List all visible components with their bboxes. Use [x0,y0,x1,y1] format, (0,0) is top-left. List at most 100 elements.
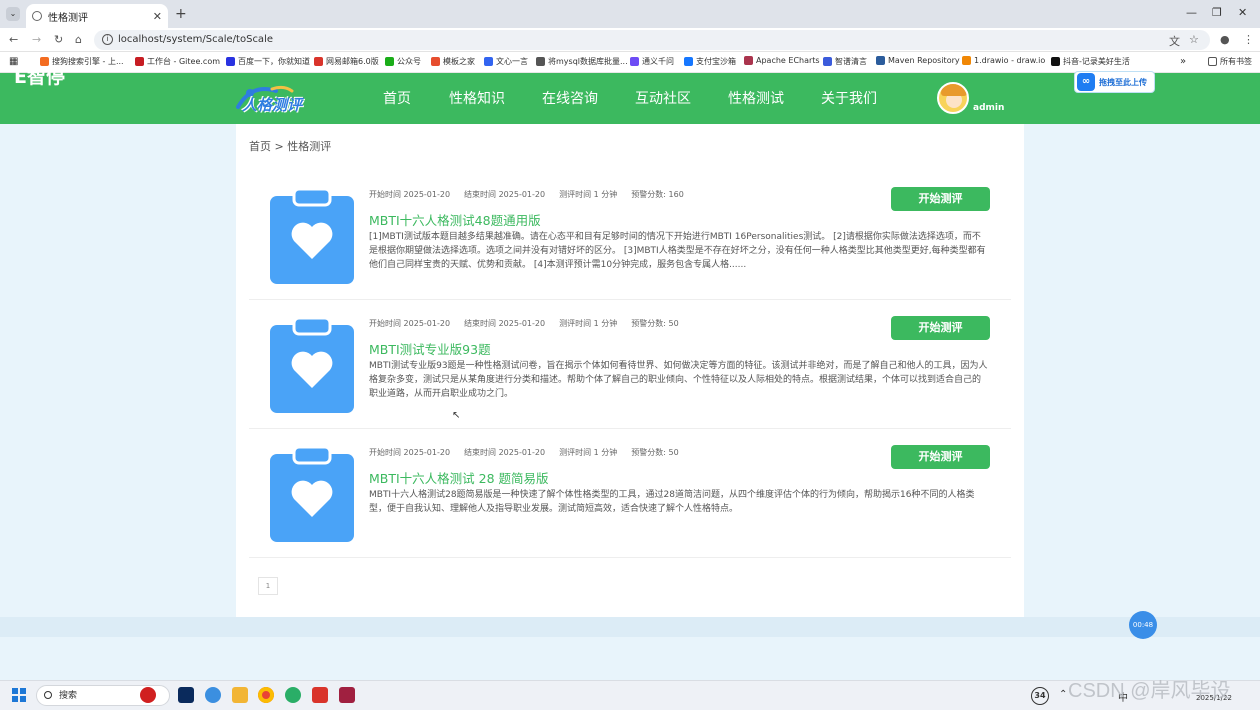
start-time-value: 2025-01-20 [403,190,451,199]
url-text: localhost/system/Scale/toScale [118,34,273,45]
test-title[interactable]: MBTI十六人格测试 28 题简易版 [369,468,549,487]
bookmark-label: 公众号 [397,57,421,66]
start-test-button[interactable]: 开始测评 [891,316,990,340]
bookmark-favicon-icon [431,57,440,66]
test-title[interactable]: MBTI十六人格测试48题通用版 [369,210,541,229]
nav-item[interactable]: 性格知识 [449,88,505,108]
bookmark-star-icon[interactable]: ☆ [1189,33,1199,46]
apps-grid-icon[interactable]: ▦ [9,56,18,67]
bookmark-label: 智谱清言 [835,57,867,66]
translate-icon[interactable]: 文 [1169,33,1180,49]
bookmark-favicon-icon [684,57,693,66]
bookmark-item[interactable]: Maven Repository [876,56,960,65]
windows-start-icon[interactable] [12,688,26,702]
nav-item[interactable]: 首页 [383,88,411,108]
bookmark-label: 文心一言 [496,57,528,66]
nav-item[interactable]: 关于我们 [821,88,877,108]
bookmark-item[interactable]: 公众号 [385,56,421,67]
duration: 测评时间 1 分钟 [559,448,617,457]
warning-score-label: 预警分数: [631,190,666,199]
file-explorer-icon[interactable] [232,687,248,703]
username[interactable]: admin [973,103,1004,113]
drag-upload-widget[interactable]: ∞ 拖拽至此上传 [1074,71,1155,93]
breadcrumb-separator: > [274,140,284,153]
cloud-upload-icon: ∞ [1077,73,1095,91]
nav-item[interactable]: 性格测试 [728,88,784,108]
recording-timer[interactable]: 00:48 [1129,611,1157,639]
end-time: 结束时间 2025-01-20 [464,319,545,328]
duration-label: 测评时间 [559,190,592,199]
dragon-widget-icon[interactable] [140,687,156,703]
tab-search-icon[interactable]: ⌄ [6,7,20,21]
main-content: 首页 > 性格测评 开始时间 2025-01-20 结束时间 2025-01-20… [236,124,1024,617]
restore-icon[interactable]: ❐ [1212,6,1222,19]
profile-icon[interactable]: ● [1220,33,1230,46]
user-avatar[interactable] [937,82,969,114]
end-time-value: 2025-01-20 [498,319,546,328]
test-title[interactable]: MBTI测试专业版93题 [369,339,491,358]
bookmark-favicon-icon [40,57,49,66]
nav-item[interactable]: 互动社区 [635,88,691,108]
minimize-icon[interactable]: — [1186,6,1197,19]
bookmark-item[interactable]: 智谱清言 [823,56,867,67]
end-time-label: 结束时间 [464,319,497,328]
pycharm-icon[interactable] [339,687,355,703]
bookmark-item[interactable]: 支付宝沙箱 [684,56,736,67]
warning-score-value: 160 [668,190,684,199]
edge-browser-icon[interactable] [205,687,221,703]
bookmark-favicon-icon [536,57,545,66]
wps-office-icon[interactable] [312,687,328,703]
home-icon[interactable]: ⌂ [75,33,82,46]
bookmark-label: 网易邮箱6.0版 [326,57,379,66]
notification-count-badge[interactable]: 34 [1031,687,1049,705]
mouse-cursor-icon: ↖ [452,410,461,421]
all-bookmarks[interactable]: 所有书签 [1208,56,1252,67]
duration-value: 1 分钟 [593,190,618,199]
bookmark-item[interactable]: 搜狗搜索引擎 - 上... [40,56,124,67]
test-meta: 开始时间 2025-01-20 结束时间 2025-01-20 测评时间 1 分钟预… [369,447,693,458]
breadcrumb-home[interactable]: 首页 [249,140,271,153]
nav-item[interactable]: 在线咨询 [542,88,598,108]
url-input[interactable]: i localhost/system/Scale/toScale [94,30,1210,50]
chrome-icon[interactable] [258,687,274,703]
close-tab-icon[interactable]: ✕ [153,10,162,23]
start-test-button[interactable]: 开始测评 [891,187,990,211]
bookmark-item[interactable]: 文心一言 [484,56,528,67]
pagination-page-1[interactable]: 1 [258,577,278,595]
duration-label: 测评时间 [559,319,592,328]
duration-value: 1 分钟 [593,448,618,457]
warning-score-label: 预警分数: [631,448,666,457]
more-bookmarks-icon[interactable]: » [1180,56,1186,67]
start-time-value: 2025-01-20 [403,448,451,457]
bookmark-item[interactable]: 通义千问 [630,56,674,67]
site-info-icon[interactable]: i [102,34,113,45]
bookmark-item[interactable]: 百度一下，你就知道 [226,56,310,67]
bookmark-item[interactable]: 模板之家 [431,56,475,67]
start-time: 开始时间 2025-01-20 [369,319,450,328]
clipboard-heart-icon [270,189,354,284]
wechat-icon[interactable] [285,687,301,703]
bookmark-item[interactable]: 1.drawio - draw.io [962,56,1045,65]
bookmark-item[interactable]: Apache ECharts [744,56,820,65]
bookmark-favicon-icon [1051,57,1060,66]
browser-tab[interactable]: 性格测评 ✕ [26,4,168,28]
bookmark-item[interactable]: 工作台 - Gitee.com [135,56,220,67]
reload-icon[interactable]: ↻ [54,33,63,46]
bookmark-item[interactable]: 网易邮箱6.0版 [314,56,379,67]
close-window-icon[interactable]: ✕ [1238,6,1247,19]
site-logo[interactable]: 人格测评 [232,81,318,117]
photoshop-icon[interactable] [178,687,194,703]
new-tab-icon[interactable]: + [175,6,187,22]
bookmark-item[interactable]: 将mysql数据库批量... [536,56,628,67]
taskbar-search-placeholder: 搜索 [59,691,78,701]
bookmark-item[interactable]: 抖音-记录美好生活 [1051,56,1130,67]
bookmark-favicon-icon [823,57,832,66]
bookmark-label: 将mysql数据库批量... [548,57,628,66]
tray-chevron-icon[interactable]: ⌃ [1059,689,1067,700]
forward-icon[interactable]: → [32,33,41,46]
back-icon[interactable]: ← [9,33,18,46]
end-time-label: 结束时间 [464,448,497,457]
start-test-button[interactable]: 开始测评 [891,445,990,469]
clipboard-heart-icon [270,318,354,413]
menu-dots-icon[interactable]: ⋮ [1243,33,1254,46]
